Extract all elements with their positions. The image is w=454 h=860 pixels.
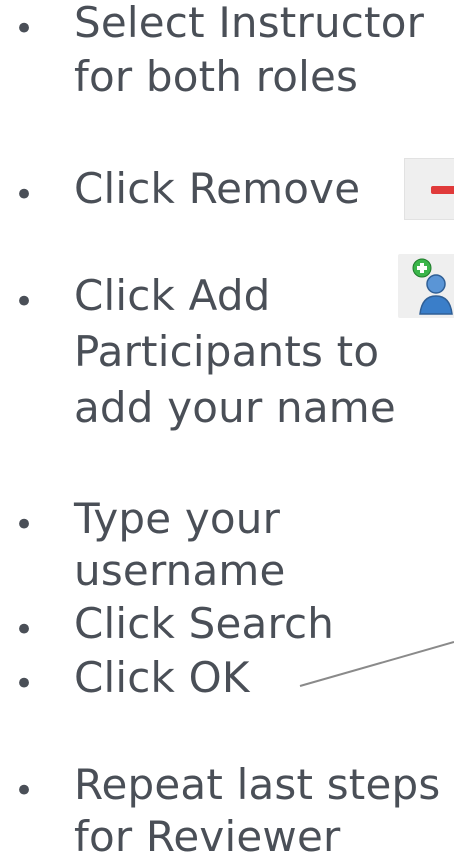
step-text-line: Type your <box>74 494 281 543</box>
step-text-line: add your name <box>74 383 396 432</box>
bullet: • <box>14 664 35 704</box>
step-text-line: for Reviewer <box>74 812 341 860</box>
step-text-line: Click Remove <box>74 164 361 213</box>
step-text-line: Repeat last steps <box>74 760 441 809</box>
bullet: • <box>14 610 35 650</box>
bullet: • <box>14 9 35 49</box>
bullet: • <box>14 771 35 811</box>
step-text-line: for both roles <box>74 52 359 101</box>
step-text-line: Select Instructor <box>74 0 425 47</box>
step-text-line: username <box>74 546 286 595</box>
bullet: • <box>14 282 35 322</box>
step-text-line: Click Add <box>74 271 271 320</box>
step-text-line: Participants to <box>74 327 380 376</box>
bullet: • <box>14 175 35 215</box>
step-text-line: Click OK <box>74 653 250 702</box>
remove-icon[interactable] <box>404 158 454 220</box>
step-text-line: Click Search <box>74 599 335 648</box>
add-participant-icon[interactable] <box>398 254 454 318</box>
add-participant-icon-graphic <box>412 258 453 315</box>
minus-bar <box>431 186 454 194</box>
bullet: • <box>14 505 35 545</box>
